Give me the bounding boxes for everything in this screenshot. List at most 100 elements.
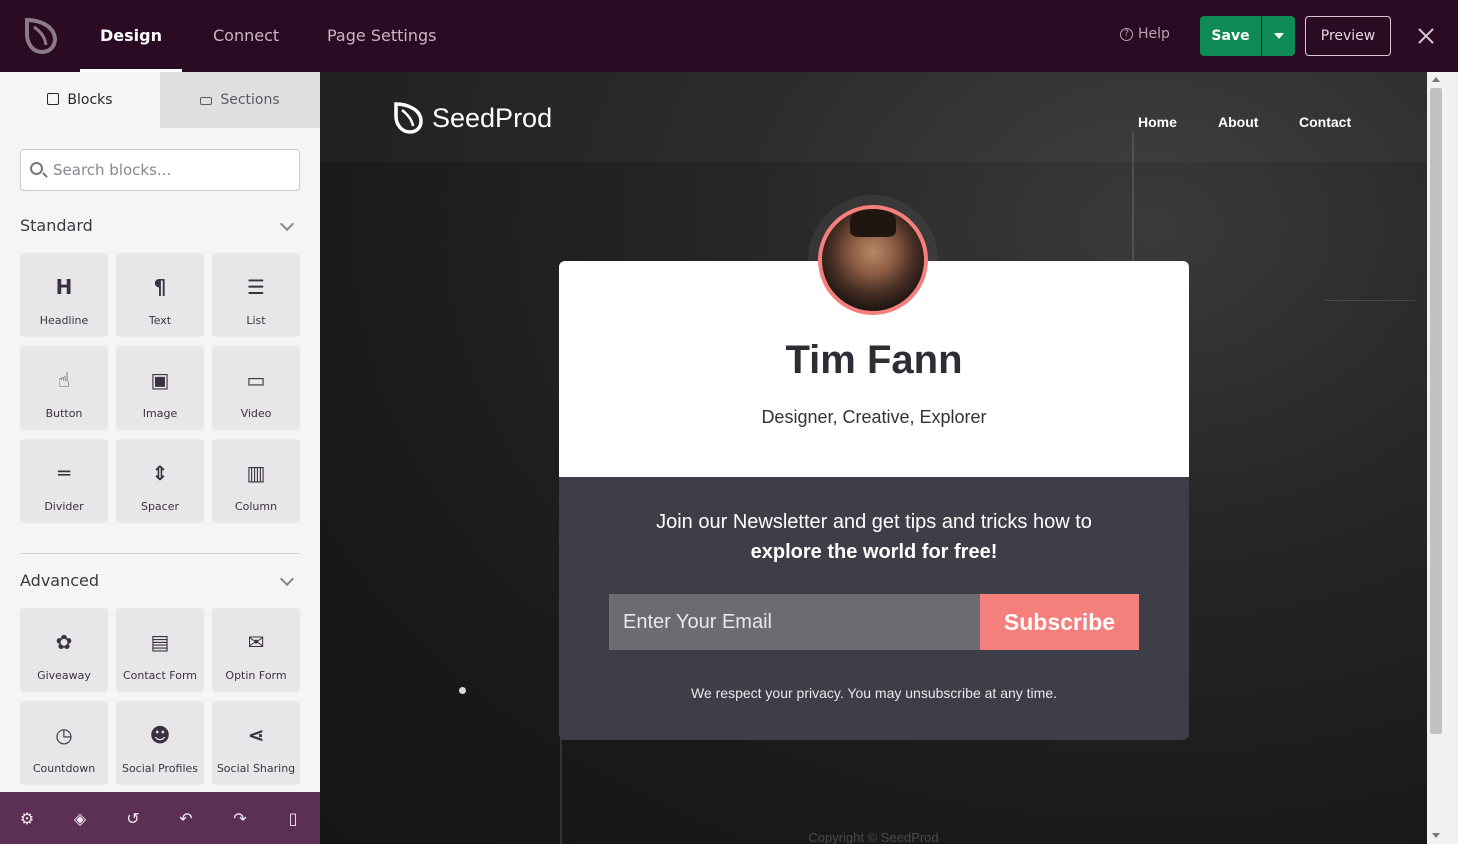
brand-name: SeedProd — [432, 102, 553, 133]
seedprod-leaf-icon — [394, 102, 423, 134]
background-texture — [1325, 300, 1415, 301]
users-icon: ☻ — [149, 723, 171, 747]
history-icon[interactable]: ↺ — [124, 810, 142, 828]
column-icon: ▥ — [246, 461, 266, 485]
subscribe-button[interactable]: Subscribe — [980, 594, 1139, 650]
newsletter-section: Join our Newsletter and get tips and tri… — [559, 477, 1189, 740]
block-label: List — [246, 314, 266, 327]
list-icon: ☰ — [247, 275, 265, 299]
sections-icon — [200, 97, 213, 105]
save-options-caret-down-icon[interactable] — [1262, 16, 1295, 56]
block-label: Contact Form — [122, 669, 197, 682]
profile-name: Tim Fann — [785, 338, 963, 382]
block-label: Image — [142, 407, 178, 420]
block-label: Button — [45, 407, 83, 420]
mobile-preview-icon[interactable]: ▯ — [284, 810, 302, 828]
search-icon — [30, 162, 43, 175]
paragraph-icon: ¶ — [153, 275, 167, 299]
block-label: Optin Form — [225, 669, 287, 682]
chevron-down-icon[interactable] — [279, 216, 295, 232]
pointer-hand-icon: ☝ — [57, 368, 71, 392]
group-divider — [20, 553, 300, 554]
block-label: Column — [234, 500, 278, 513]
blocks-icon — [47, 93, 60, 105]
close-icon[interactable] — [1414, 24, 1438, 48]
block-optin-form[interactable]: ✉ Optin Form — [212, 608, 300, 692]
email-field[interactable] — [609, 594, 980, 650]
block-label: Spacer — [140, 500, 180, 513]
copyright-footer: Copyright © SeedProd — [808, 830, 939, 844]
block-button[interactable]: ☝ Button — [20, 346, 108, 430]
block-social-profiles[interactable]: ☻ Social Profiles — [116, 701, 204, 785]
profile-tagline: Designer, Creative, Explorer — [761, 407, 987, 427]
nav-home[interactable]: Home — [1138, 114, 1177, 130]
undo-icon[interactable]: ↶ — [177, 810, 195, 828]
spacer-icon: ⇕ — [151, 461, 169, 485]
block-label: Text — [148, 314, 172, 327]
block-column[interactable]: ▥ Column — [212, 439, 300, 523]
divider-icon: ═ — [57, 461, 71, 485]
save-button[interactable]: Save — [1200, 16, 1261, 56]
giveaway-icon: ✿ — [55, 630, 73, 654]
search-blocks-field[interactable] — [20, 149, 300, 191]
envelope-icon: ✉ — [247, 630, 265, 654]
block-video[interactable]: ▭ Video — [212, 346, 300, 430]
privacy-note: We respect your privacy. You may unsubsc… — [691, 685, 1057, 701]
block-giveaway[interactable]: ✿ Giveaway — [20, 608, 108, 692]
newsletter-heading: Join our Newsletter and get tips and tri… — [656, 511, 1092, 533]
block-image[interactable]: ▣ Image — [116, 346, 204, 430]
background-texture — [1132, 132, 1134, 272]
newsletter-heading-bold: explore the world for free! — [750, 541, 998, 563]
help-link[interactable]: ? Help — [1120, 26, 1170, 42]
block-social-sharing[interactable]: ⋖ Social Sharing — [212, 701, 300, 785]
bottom-toolbar: ⚙ ◈ ↺ ↶ ↷ ▯ — [0, 792, 320, 844]
scroll-up-arrow-icon[interactable] — [1432, 77, 1440, 82]
block-text[interactable]: ¶ Text — [116, 253, 204, 337]
background-texture — [459, 687, 466, 694]
redo-icon[interactable]: ↷ — [231, 810, 249, 828]
block-spacer[interactable]: ⇕ Spacer — [116, 439, 204, 523]
settings-gear-icon[interactable]: ⚙ — [18, 810, 36, 828]
chevron-down-icon[interactable] — [279, 571, 295, 587]
nav-about[interactable]: About — [1218, 114, 1258, 130]
page-preview-canvas: SeedProd Home About Contact Tim Fann Des… — [320, 72, 1427, 844]
top-toolbar: Design Connect Page Settings ? Help Save… — [0, 0, 1458, 72]
block-label: Divider — [44, 500, 84, 513]
avatar — [818, 205, 928, 315]
seedprod-logo-icon[interactable] — [24, 17, 58, 55]
scrollbar-thumb[interactable] — [1430, 88, 1442, 734]
tab-page-settings[interactable]: Page Settings — [327, 0, 436, 72]
tab-blocks[interactable]: Blocks — [0, 72, 160, 128]
tab-sections-label: Sections — [220, 92, 280, 108]
blocks-sidebar: Blocks Sections Standard H Headline ¶ Te… — [0, 72, 320, 844]
tab-design[interactable]: Design — [80, 0, 182, 72]
preview-button[interactable]: Preview — [1305, 16, 1391, 56]
block-label: Video — [240, 407, 272, 420]
block-contact-form[interactable]: ▤ Contact Form — [116, 608, 204, 692]
contact-form-icon: ▤ — [150, 630, 170, 654]
help-circle-icon: ? — [1120, 27, 1133, 41]
tab-sections[interactable]: Sections — [160, 72, 320, 128]
search-input[interactable] — [53, 158, 293, 182]
tab-blocks-label: Blocks — [67, 92, 113, 108]
block-divider[interactable]: ═ Divider — [20, 439, 108, 523]
group-title-standard[interactable]: Standard — [20, 216, 93, 235]
seedprod-brand[interactable]: SeedProd — [394, 102, 552, 134]
help-label: Help — [1138, 26, 1170, 42]
block-label: Headline — [39, 314, 89, 327]
nav-contact[interactable]: Contact — [1299, 114, 1351, 130]
group-title-advanced[interactable]: Advanced — [20, 571, 99, 590]
block-headline[interactable]: H Headline — [20, 253, 108, 337]
video-camera-icon: ▭ — [246, 368, 266, 392]
tab-connect[interactable]: Connect — [213, 0, 279, 72]
block-label: Countdown — [32, 762, 96, 775]
block-list[interactable]: ☰ List — [212, 253, 300, 337]
layers-icon[interactable]: ◈ — [71, 810, 89, 828]
image-icon: ▣ — [150, 368, 170, 392]
block-label: Social Profiles — [121, 762, 199, 775]
share-icon: ⋖ — [247, 723, 265, 747]
block-label: Giveaway — [37, 669, 91, 682]
headline-icon: H — [55, 275, 73, 299]
block-countdown[interactable]: ◷ Countdown — [20, 701, 108, 785]
scroll-down-arrow-icon[interactable] — [1432, 833, 1440, 838]
